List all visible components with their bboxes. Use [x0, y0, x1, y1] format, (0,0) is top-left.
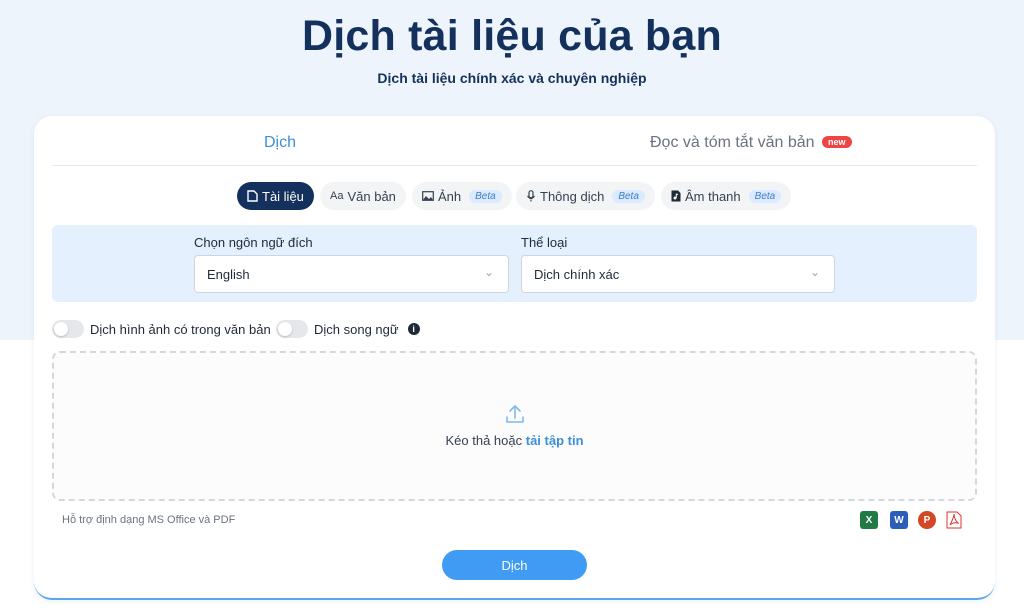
- audio-file-icon: [671, 190, 681, 202]
- subtab-interpret[interactable]: Thông dịch Beta: [516, 182, 655, 210]
- image-icon: [422, 191, 434, 201]
- subtab-interpret-label: Thông dịch: [540, 188, 605, 204]
- word-icon: W: [890, 511, 908, 529]
- translate-card: Dịch Đọc và tóm tắt văn bản new Tài liệu…: [34, 116, 995, 600]
- beta-badge: Beta: [469, 189, 502, 203]
- new-badge: new: [821, 136, 852, 148]
- toggle-translate-images: Dịch hình ảnh có trong văn bản: [52, 320, 271, 338]
- excel-icon: X: [860, 511, 878, 529]
- document-icon: [247, 190, 258, 202]
- category-label: Thể loại: [521, 235, 568, 250]
- powerpoint-icon: P: [918, 511, 936, 529]
- translate-submit-button[interactable]: Dịch: [442, 550, 587, 580]
- subtab-audio[interactable]: Âm thanh Beta: [661, 182, 792, 210]
- page-subtitle: Dịch tài liệu chính xác và chuyên nghiệp: [377, 70, 647, 86]
- beta-badge: Beta: [748, 189, 782, 203]
- tab-translate[interactable]: Dịch: [264, 134, 296, 152]
- target-language-select[interactable]: English ⌄: [194, 255, 509, 293]
- category-value: Dịch chính xác: [534, 266, 620, 282]
- beta-badge: Beta: [612, 189, 645, 203]
- file-dropzone[interactable]: Kéo thả hoặc tải tập tin: [52, 351, 977, 501]
- page-title: Dịch tài liệu của bạn: [302, 12, 722, 60]
- toggle-bilingual: Dịch song ngữ i: [276, 320, 420, 338]
- upload-file-link[interactable]: tải tập tin: [526, 433, 584, 448]
- dropzone-instruction: Kéo thả hoặc: [445, 433, 523, 448]
- main-tabs: Dịch Đọc và tóm tắt văn bản new: [52, 116, 977, 166]
- subtab-image[interactable]: Ảnh Beta: [412, 182, 512, 210]
- target-language-label: Chọn ngôn ngữ đích: [194, 235, 313, 250]
- toggle-options: Dịch hình ảnh có trong văn bản Dịch song…: [52, 320, 652, 340]
- tab-read-summarize-label: Đọc và tóm tắt văn bản: [650, 134, 815, 151]
- bilingual-label: Dịch song ngữ: [314, 321, 399, 337]
- target-language-value: English: [207, 266, 250, 282]
- category-select[interactable]: Dịch chính xác ⌄: [521, 255, 835, 293]
- tab-translate-label: Dịch: [264, 134, 297, 151]
- subtab-audio-label: Âm thanh: [685, 188, 741, 204]
- options-panel: Chọn ngôn ngữ đích English ⌄ Thể loại Dị…: [52, 225, 977, 302]
- chevron-down-icon: ⌄: [483, 265, 494, 279]
- upload-icon: [506, 405, 524, 423]
- subtab-document-label: Tài liệu: [262, 188, 304, 204]
- bilingual-switch[interactable]: [276, 320, 308, 338]
- microphone-icon: [527, 190, 535, 202]
- subtab-image-label: Ảnh: [438, 188, 462, 204]
- translate-images-label: Dịch hình ảnh có trong văn bản: [90, 321, 271, 337]
- supported-formats-text: Hỗ trợ định dạng MS Office và PDF: [62, 514, 236, 526]
- text-icon: Aa: [330, 190, 344, 202]
- dropzone-text: Kéo thả hoặc tải tập tin: [54, 433, 975, 448]
- translate-images-switch[interactable]: [52, 320, 84, 338]
- info-icon[interactable]: i: [407, 323, 420, 335]
- tab-read-summarize[interactable]: Đọc và tóm tắt văn bản new: [650, 134, 852, 152]
- supported-format-icons: X W P: [860, 511, 970, 531]
- pdf-icon: [946, 511, 962, 529]
- chevron-down-icon: ⌄: [809, 265, 820, 279]
- subtab-text-label: Văn bản: [347, 188, 396, 204]
- sub-tabs: Tài liệu Aa Văn bản Ảnh Beta Thông dịch …: [34, 182, 995, 212]
- subtab-document[interactable]: Tài liệu: [237, 182, 314, 210]
- subtab-text[interactable]: Aa Văn bản: [320, 182, 406, 210]
